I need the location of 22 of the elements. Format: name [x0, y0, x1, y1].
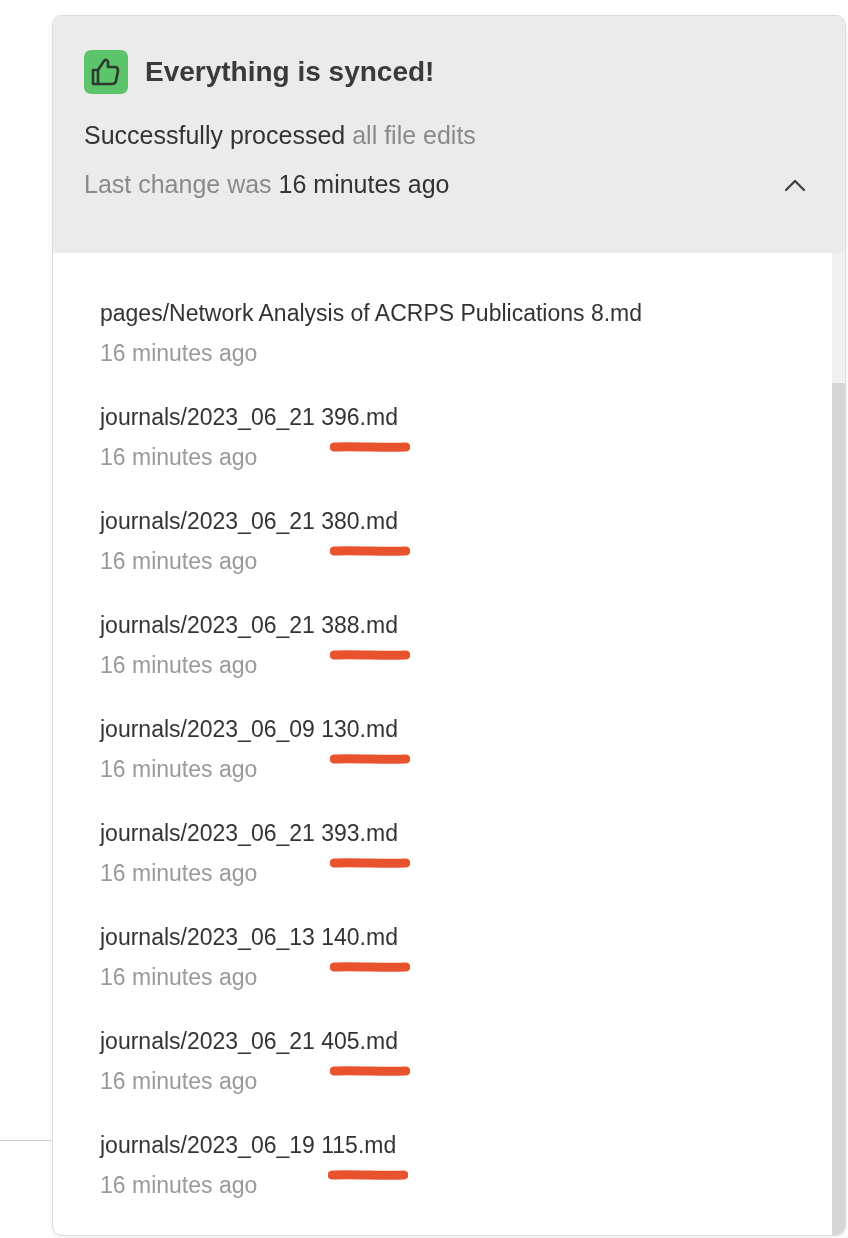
file-name: journals/2023_06_21 405.md: [100, 1028, 398, 1054]
file-time: 16 minutes ago: [100, 963, 259, 992]
file-name: journals/2023_06_21 380.md: [100, 508, 398, 534]
file-time: 16 minutes ago: [100, 755, 259, 784]
file-time: 16 minutes ago: [100, 859, 259, 888]
last-change-text: Last change was 16 minutes ago: [84, 170, 450, 199]
file-name: journals/2023_06_13 140.md: [100, 924, 398, 950]
file-time: 16 minutes ago: [100, 651, 259, 680]
file-time: 16 minutes ago: [100, 339, 259, 368]
file-time: 16 minutes ago: [100, 547, 259, 576]
file-time: 16 minutes ago: [100, 1067, 259, 1096]
file-name: journals/2023_06_21 388.md: [100, 612, 398, 638]
file-time: 16 minutes ago: [100, 443, 259, 472]
file-name: journals/2023_06_19 115.md: [100, 1132, 397, 1158]
file-name: journals/2023_06_21 393.md: [100, 820, 398, 846]
processed-text: Successfully processed all file edits: [84, 121, 477, 150]
file-name: journals/2023_06_09 130.md: [100, 716, 398, 742]
file-time: 16 minutes ago: [100, 1171, 259, 1200]
file-name: journals/2023_06_21 396.md: [100, 404, 398, 430]
file-name: pages/Network Analysis of ACRPS Publications 8.md: [100, 300, 643, 326]
sync-title: Everything is synced!: [145, 56, 435, 88]
thumbs-up-icon: [84, 50, 128, 94]
